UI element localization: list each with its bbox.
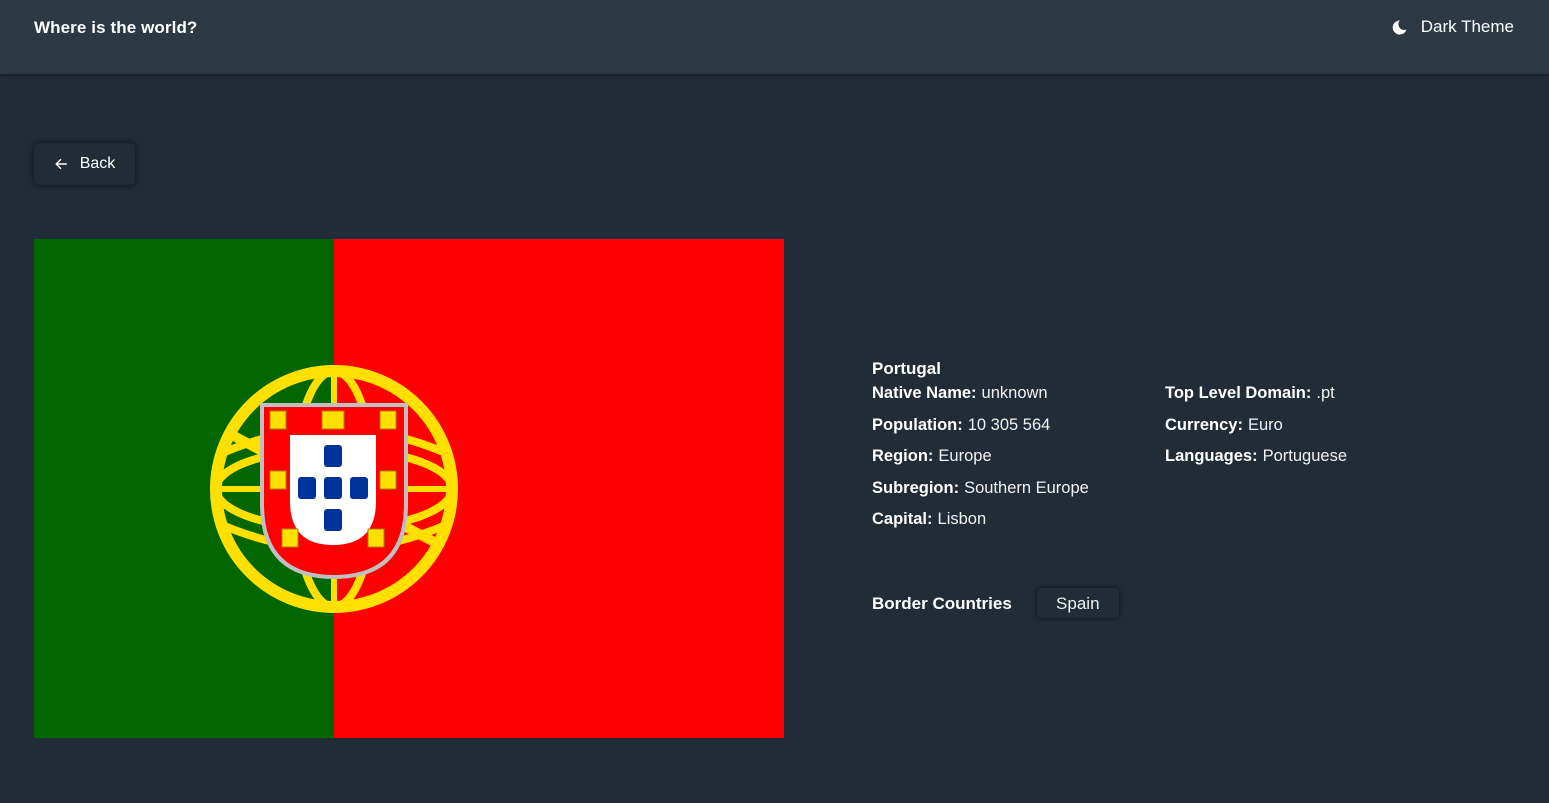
theme-toggle-button[interactable]: Dark Theme <box>1391 17 1514 37</box>
detail-subregion: Subregion: Southern Europe <box>872 480 1089 512</box>
detail-value: Euro <box>1247 415 1283 434</box>
detail-value: unknown <box>981 384 1048 402</box>
detail-key: Top Level Domain: <box>1165 384 1312 402</box>
detail-languages: Languages: Portuguese <box>1165 448 1347 480</box>
detail-value: Lisbon <box>937 510 987 529</box>
detail-region: Region: Europe <box>872 448 1089 480</box>
detail-value: Europe <box>938 447 992 466</box>
detail-key: Capital: <box>872 510 933 529</box>
detail-native-name: Native Name: unknown <box>872 385 1089 417</box>
back-button[interactable]: Back <box>34 143 135 185</box>
detail-capital: Capital: Lisbon <box>872 511 1089 543</box>
app-title: Where is the world? <box>34 18 198 37</box>
detail-population: Population: 10 305 564 <box>872 417 1089 449</box>
detail-value: Portuguese <box>1262 447 1348 466</box>
detail-value: Southern Europe <box>964 478 1089 497</box>
border-country-chip[interactable]: Spain <box>1036 588 1119 618</box>
country-name: Portugal <box>872 359 941 378</box>
detail-key: Region: <box>872 447 934 466</box>
country-flag <box>34 239 784 738</box>
detail-top-level-domain: Top Level Domain: .pt <box>1165 385 1347 417</box>
back-button-label: Back <box>79 155 116 172</box>
border-countries-label: Border Countries <box>872 593 1012 613</box>
detail-key: Subregion: <box>872 478 960 497</box>
details-left-column: Native Name: unknown Population: 10 305 … <box>872 385 1089 543</box>
arrow-left-icon <box>54 157 68 171</box>
theme-toggle-label: Dark Theme <box>1420 17 1514 36</box>
app-header: Where is the world? Dark Theme <box>0 0 1549 74</box>
border-countries: Border Countries Spain <box>872 588 1119 618</box>
detail-key: Population: <box>872 415 963 434</box>
detail-value: .pt <box>1316 384 1335 402</box>
detail-key: Native Name: <box>872 384 977 402</box>
moon-icon <box>1391 19 1408 36</box>
details-right-column: Top Level Domain: .pt Currency: Euro Lan… <box>1165 385 1347 480</box>
detail-key: Languages: <box>1165 447 1258 466</box>
detail-value: 10 305 564 <box>967 415 1051 434</box>
detail-currency: Currency: Euro <box>1165 417 1347 449</box>
detail-key: Currency: <box>1165 415 1243 434</box>
